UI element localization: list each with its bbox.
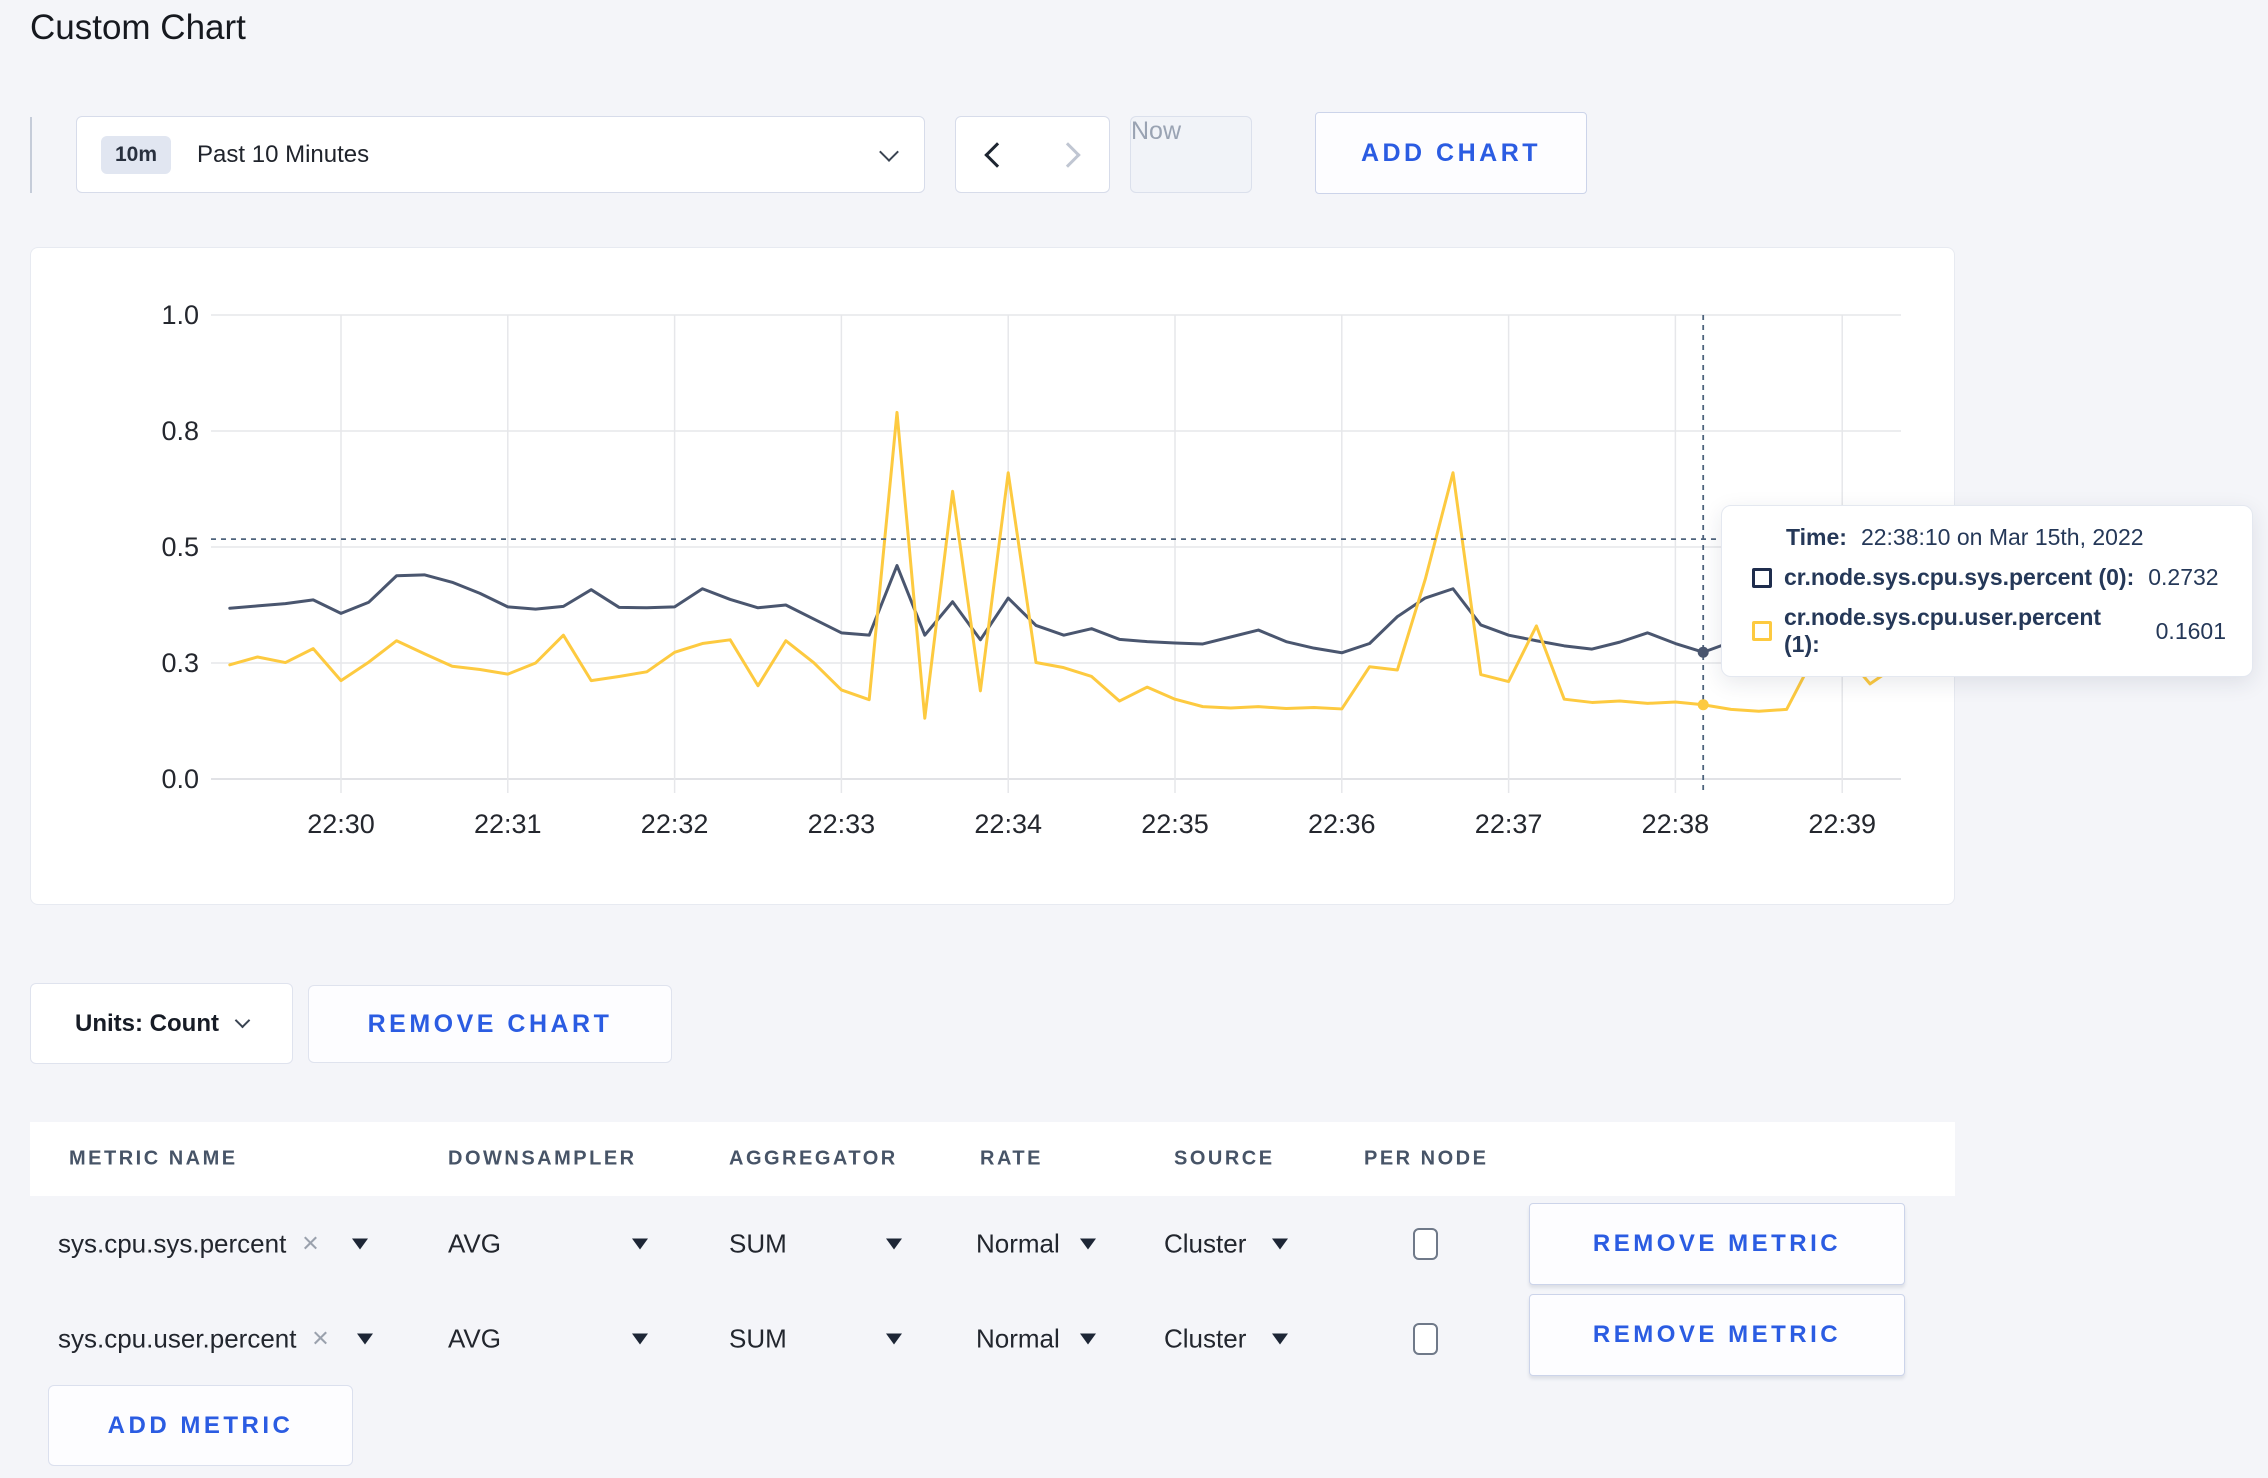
tooltip-time-row: Time: 22:38:10 on Mar 15th, 2022 bbox=[1786, 524, 2226, 551]
metric-name-value: sys.cpu.sys.percent bbox=[58, 1228, 287, 1258]
downsampler-select[interactable]: AVG bbox=[448, 1228, 501, 1259]
rate-select[interactable]: Normal bbox=[976, 1323, 1060, 1354]
rate-caret-icon[interactable] bbox=[1080, 1333, 1096, 1344]
chevron-right-icon bbox=[1054, 141, 1081, 168]
metric-caret-icon[interactable] bbox=[352, 1238, 368, 1249]
tooltip-series-row: cr.node.sys.cpu.sys.percent (0): 0.2732 bbox=[1752, 564, 2226, 591]
col-metric-name: METRIC NAME bbox=[69, 1147, 238, 1170]
chevron-left-icon bbox=[984, 141, 1010, 168]
tooltip-sys-value: 0.2732 bbox=[2148, 564, 2219, 590]
downsampler-caret-icon[interactable] bbox=[632, 1333, 648, 1344]
rate-select[interactable]: Normal bbox=[976, 1228, 1060, 1259]
metric-caret-icon[interactable] bbox=[357, 1333, 373, 1344]
tooltip-user-label: cr.node.sys.cpu.user.percent (1): bbox=[1784, 604, 2102, 657]
col-source: SOURCE bbox=[1174, 1147, 1275, 1170]
svg-text:22:33: 22:33 bbox=[808, 809, 876, 839]
svg-text:0.5: 0.5 bbox=[161, 532, 199, 562]
rate-caret-icon[interactable] bbox=[1080, 1238, 1096, 1249]
units-label: Units: Count bbox=[75, 1009, 219, 1037]
time-range-label: Past 10 Minutes bbox=[197, 140, 370, 168]
aggregator-caret-icon[interactable] bbox=[886, 1333, 902, 1344]
per-node-checkbox[interactable] bbox=[1413, 1322, 1438, 1355]
tooltip-time-label: Time: bbox=[1786, 524, 1847, 550]
col-per-node: PER NODE bbox=[1364, 1147, 1489, 1170]
svg-text:22:39: 22:39 bbox=[1808, 809, 1876, 839]
remove-metric-button[interactable]: REMOVE METRIC bbox=[1529, 1203, 1905, 1285]
svg-text:0.8: 0.8 bbox=[161, 416, 199, 446]
time-next-button[interactable] bbox=[1032, 116, 1110, 193]
toolbar-divider bbox=[30, 117, 32, 193]
svg-text:0.3: 0.3 bbox=[161, 648, 199, 678]
user-series-swatch-icon bbox=[1752, 621, 1772, 641]
chevron-down-icon bbox=[879, 141, 899, 162]
svg-text:22:31: 22:31 bbox=[474, 809, 542, 839]
svg-text:22:32: 22:32 bbox=[641, 809, 709, 839]
aggregator-select[interactable]: SUM bbox=[729, 1228, 787, 1259]
svg-text:22:30: 22:30 bbox=[307, 809, 375, 839]
downsampler-caret-icon[interactable] bbox=[632, 1238, 648, 1249]
svg-text:22:38: 22:38 bbox=[1642, 809, 1710, 839]
tooltip-sys-label: cr.node.sys.cpu.sys.percent (0): bbox=[1784, 564, 2135, 590]
remove-chart-button[interactable]: REMOVE CHART bbox=[308, 985, 672, 1063]
source-caret-icon[interactable] bbox=[1272, 1333, 1288, 1344]
chart-card: 1.0 0.8 0.5 0.3 0.0 22:30 22:31 22:32 22:33 22:34… bbox=[30, 247, 1955, 905]
chevron-down-icon bbox=[234, 1012, 251, 1029]
clear-metric-icon[interactable]: × bbox=[312, 1322, 329, 1355]
page-title: Custom Chart bbox=[30, 8, 246, 47]
svg-text:22:36: 22:36 bbox=[1308, 809, 1376, 839]
svg-text:0.0: 0.0 bbox=[161, 764, 199, 794]
aggregator-caret-icon[interactable] bbox=[886, 1238, 902, 1249]
source-caret-icon[interactable] bbox=[1272, 1238, 1288, 1249]
source-select[interactable]: Cluster bbox=[1164, 1228, 1246, 1259]
metrics-chart[interactable]: 1.0 0.8 0.5 0.3 0.0 22:30 22:31 22:32 22:33 22:34… bbox=[31, 248, 1956, 906]
downsampler-select[interactable]: AVG bbox=[448, 1323, 501, 1354]
chart-tooltip: Time: 22:38:10 on Mar 15th, 2022 cr.node… bbox=[1721, 505, 2253, 677]
now-button[interactable]: Now bbox=[1130, 116, 1252, 193]
clear-metric-icon[interactable]: × bbox=[302, 1227, 319, 1260]
svg-text:22:34: 22:34 bbox=[974, 809, 1042, 839]
svg-text:1.0: 1.0 bbox=[161, 300, 199, 330]
col-downsampler: DOWNSAMPLER bbox=[448, 1147, 637, 1170]
add-metric-button[interactable]: ADD METRIC bbox=[48, 1385, 353, 1466]
svg-text:22:35: 22:35 bbox=[1141, 809, 1209, 839]
tooltip-user-value: 0.1601 bbox=[2155, 617, 2226, 644]
col-rate: RATE bbox=[980, 1147, 1043, 1170]
per-node-checkbox[interactable] bbox=[1413, 1227, 1438, 1260]
time-range-badge: 10m bbox=[101, 135, 172, 174]
tooltip-series-row: cr.node.sys.cpu.user.percent (1): 0.1601 bbox=[1752, 604, 2226, 658]
time-prev-button[interactable] bbox=[955, 116, 1033, 193]
metrics-table-header: METRIC NAME DOWNSAMPLER AGGREGATOR RATE … bbox=[30, 1122, 1955, 1196]
time-range-dropdown[interactable]: 10m Past 10 Minutes bbox=[76, 116, 925, 193]
svg-text:22:37: 22:37 bbox=[1475, 809, 1543, 839]
remove-metric-button[interactable]: REMOVE METRIC bbox=[1529, 1294, 1905, 1376]
source-select[interactable]: Cluster bbox=[1164, 1323, 1246, 1354]
col-aggregator: AGGREGATOR bbox=[729, 1147, 898, 1170]
add-chart-button[interactable]: ADD CHART bbox=[1315, 112, 1587, 194]
metric-name-value: sys.cpu.user.percent bbox=[58, 1323, 297, 1353]
sys-series-swatch-icon bbox=[1752, 567, 1772, 588]
aggregator-select[interactable]: SUM bbox=[729, 1323, 787, 1354]
tooltip-time-value: 22:38:10 on Mar 15th, 2022 bbox=[1860, 524, 2144, 550]
units-dropdown[interactable]: Units: Count bbox=[30, 983, 293, 1064]
